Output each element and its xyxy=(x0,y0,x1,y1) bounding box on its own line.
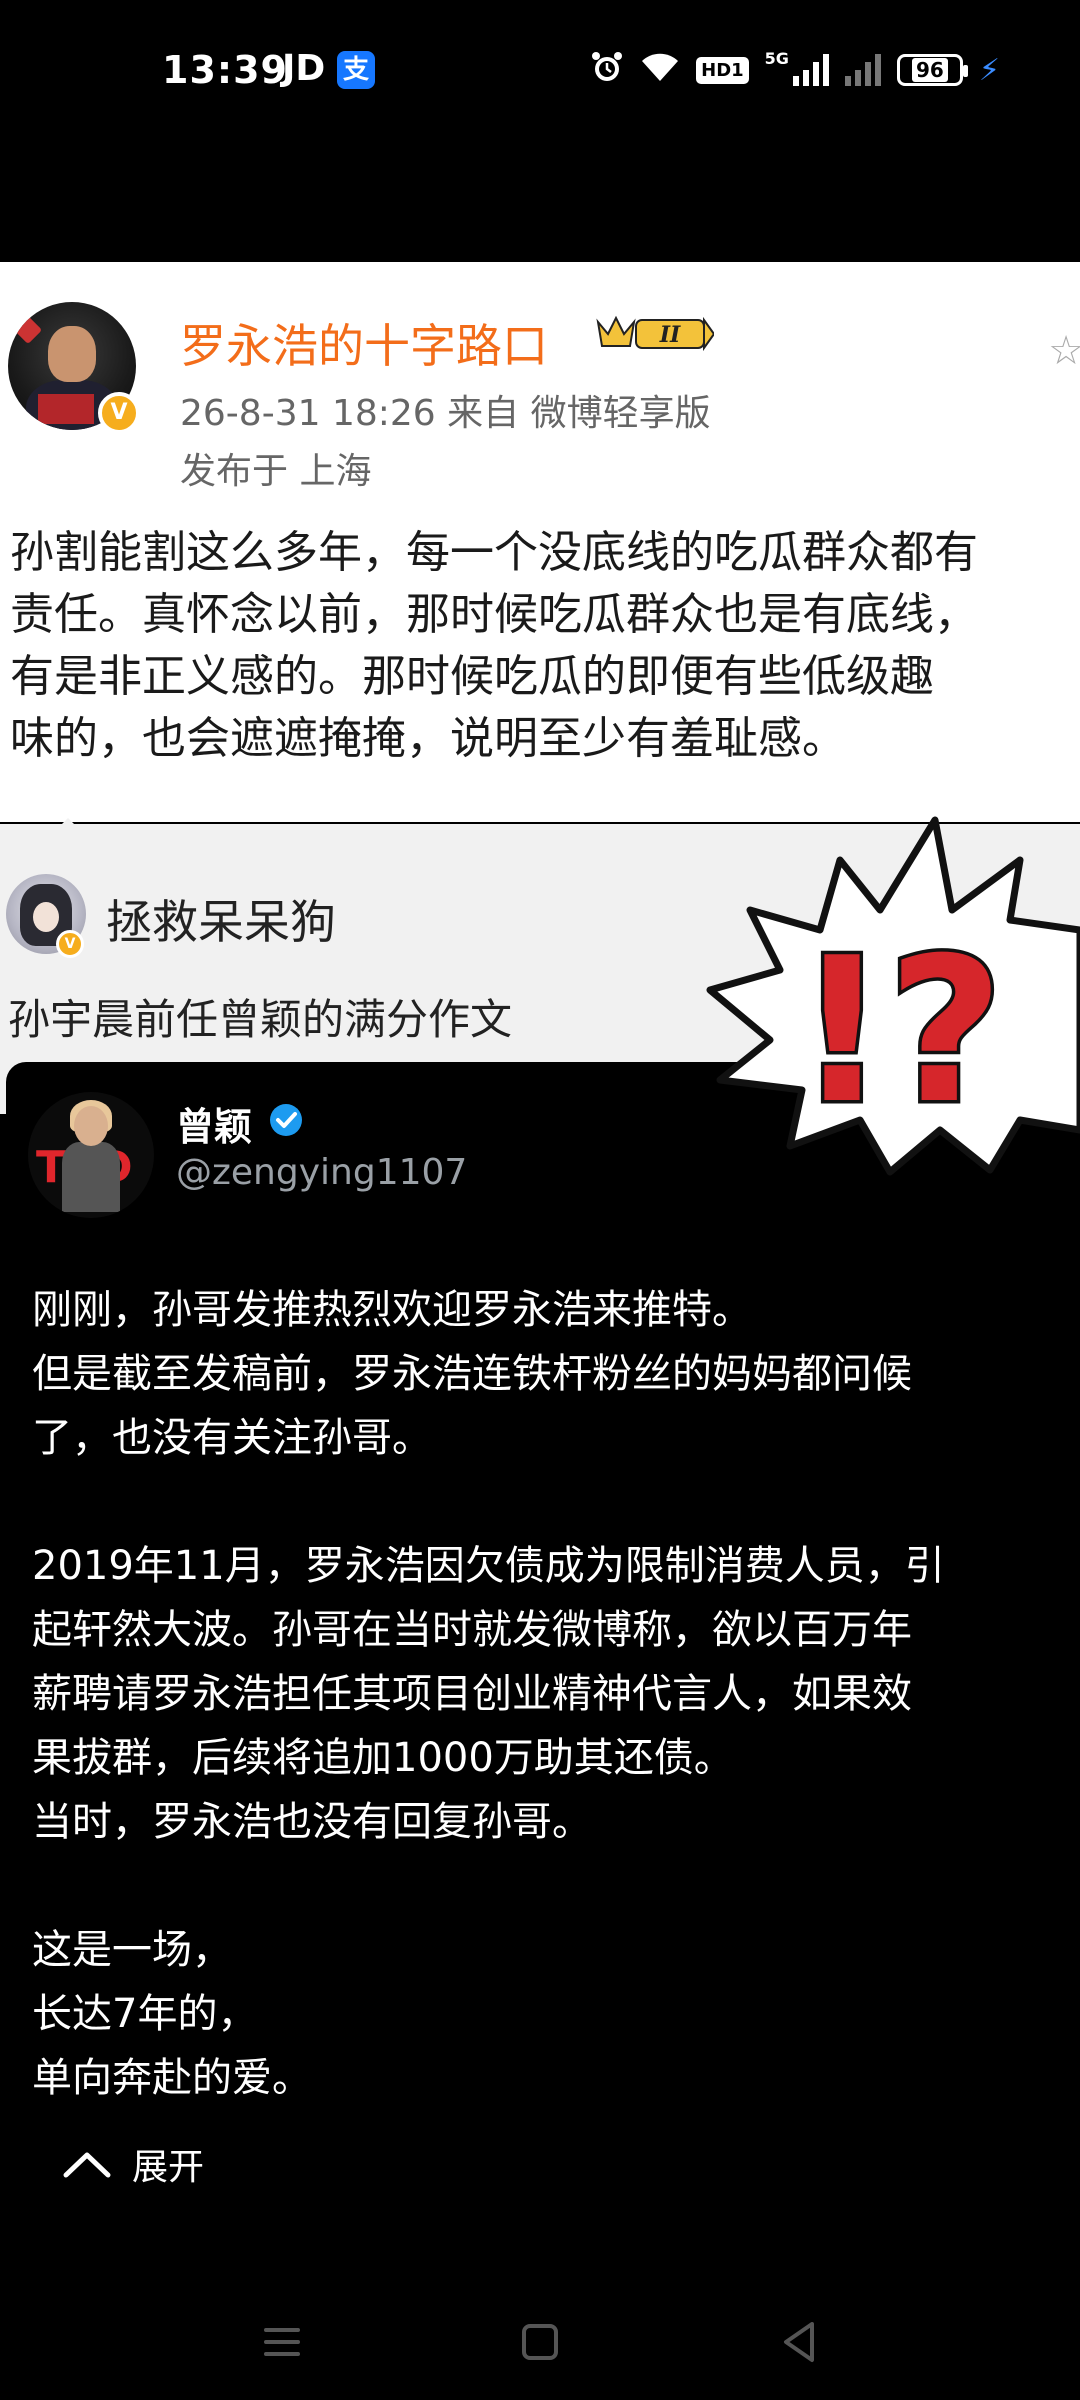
tweet-author-name: 曾颖 xyxy=(176,1105,253,1149)
back-icon[interactable] xyxy=(770,2312,830,2372)
alarm-icon xyxy=(590,50,624,90)
exclamation-question-sticker: !? xyxy=(706,816,1080,1176)
expand-label: 展开 xyxy=(132,2147,205,2188)
verified-check-icon xyxy=(270,1104,302,1136)
system-nav-bar xyxy=(0,2290,1080,2400)
hd-icon: HD1 xyxy=(696,56,749,84)
home-icon[interactable] xyxy=(510,2312,570,2372)
recent-apps-icon[interactable] xyxy=(252,2312,312,2372)
embedded-tweet-image[interactable]: TED 曾颖 @zengying1107 刚刚，孙哥发推热烈欢迎罗永浩来推特。 … xyxy=(6,1062,1080,2117)
sticker-symbol: !? xyxy=(796,915,1003,1148)
member-level-label: II xyxy=(659,322,681,348)
post-body-text: 孙割能割这么多年，每一个没底线的吃瓜群众都有 责任。真怀念以前，那时候吃瓜群众也… xyxy=(10,527,978,764)
battery-icon: 96 xyxy=(896,54,968,86)
post-timestamp-source: 26-8-31 18:26 来自 微博轻享版 xyxy=(180,393,711,434)
author-name[interactable]: 罗永浩的十字路口 xyxy=(180,310,548,376)
signal-icon xyxy=(792,54,829,86)
network-5g-label: 5G xyxy=(764,48,789,68)
alipay-notification-icon: 支 xyxy=(337,51,375,89)
jd-notification-icon: JD xyxy=(282,48,326,89)
tweet-body-text: 刚刚，孙哥发推热烈欢迎罗永浩来推特。 但是截至发稿前，罗永浩连铁杆粉丝的妈妈都问… xyxy=(32,1287,945,2101)
charging-icon: ⚡ xyxy=(978,52,1000,88)
battery-level: 96 xyxy=(912,58,948,82)
repost-text: 孙宇晨前任曾颖的满分作文 xyxy=(8,995,513,1044)
status-icons: HD1 5G 96 ⚡ xyxy=(590,48,1000,92)
repost-user-name[interactable]: 拯救呆呆狗 xyxy=(106,886,336,952)
status-time: 13:39 xyxy=(162,48,288,92)
tweet-author-avatar: TED xyxy=(28,1092,154,1218)
repost-verified-icon: V xyxy=(56,930,84,958)
tweet-author-handle: @zengying1107 xyxy=(176,1152,468,1193)
member-crown-badge-icon: II xyxy=(596,315,714,352)
signal-x-icon xyxy=(844,54,881,86)
chevron-up-icon xyxy=(63,2152,111,2178)
wifi-icon xyxy=(640,51,680,89)
weibo-post-card[interactable]: V 罗永浩的十字路口 II ☆ 26-8-31 18:26 来自 微博轻享版 发… xyxy=(0,262,1080,822)
expand-button[interactable]: 展开 xyxy=(62,2138,204,2190)
status-bar: 13:39 JD 支 HD1 5G 96 ⚡ xyxy=(0,0,1080,150)
verified-v-icon: V xyxy=(98,392,140,434)
post-location: 发布于 上海 xyxy=(180,451,372,492)
follow-star-icon[interactable]: ☆ xyxy=(1048,328,1080,374)
screen: 13:39 JD 支 HD1 5G 96 ⚡ V 罗永浩的十字路口 II ☆ 2… xyxy=(0,0,1080,2400)
